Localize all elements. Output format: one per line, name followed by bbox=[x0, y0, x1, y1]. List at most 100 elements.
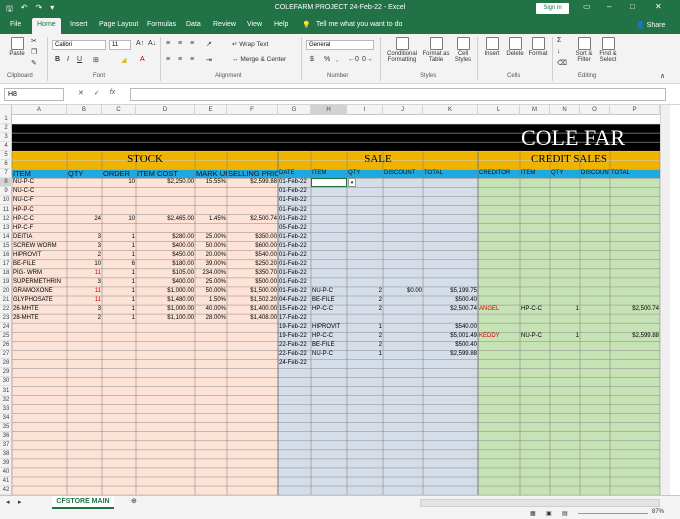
sale-cell[interactable]: 01-Feb-22 bbox=[278, 215, 311, 224]
stock-cell[interactable] bbox=[136, 224, 195, 233]
stock-cell[interactable]: 26-MHTE bbox=[12, 305, 67, 314]
sale-cell[interactable] bbox=[423, 178, 478, 187]
sale-cell[interactable] bbox=[423, 269, 478, 278]
sale-cell[interactable] bbox=[383, 224, 423, 233]
sale-cell[interactable] bbox=[347, 242, 383, 251]
stock-cell[interactable]: 1 bbox=[102, 242, 136, 251]
sheet-tab-cfstore-main[interactable]: CFSTORE MAIN bbox=[52, 496, 114, 509]
sale-cell[interactable]: HP-C-C bbox=[311, 305, 347, 314]
sale-cell[interactable]: 17-Feb-22 bbox=[278, 314, 311, 323]
sale-cell[interactable]: 2 bbox=[347, 305, 383, 314]
sale-cell[interactable]: HP-C-C bbox=[311, 332, 347, 341]
sale-cell[interactable] bbox=[423, 224, 478, 233]
sale-cell[interactable] bbox=[347, 269, 383, 278]
stock-cell[interactable]: $400.00 bbox=[136, 242, 195, 251]
stock-cell[interactable] bbox=[136, 187, 195, 196]
sale-cell[interactable] bbox=[423, 187, 478, 196]
tab-home[interactable]: Home bbox=[32, 18, 61, 34]
sale-cell[interactable] bbox=[383, 323, 423, 332]
stock-cell[interactable]: 24 bbox=[67, 215, 102, 224]
column-header-B[interactable]: B bbox=[67, 105, 102, 115]
stock-cell[interactable]: 3 bbox=[67, 278, 102, 287]
align-right-icon[interactable]: ≡ bbox=[190, 56, 194, 63]
sale-cell[interactable]: 1 bbox=[347, 350, 383, 359]
stock-cell[interactable]: 11 bbox=[67, 296, 102, 305]
stock-cell[interactable]: 40.00% bbox=[195, 305, 227, 314]
column-header-F[interactable]: F bbox=[227, 105, 278, 115]
sale-cell[interactable]: 2 bbox=[347, 287, 383, 296]
row-header-28[interactable]: 28 bbox=[0, 359, 12, 369]
stock-cell[interactable]: $350.70 bbox=[227, 269, 278, 278]
stock-cell[interactable]: HP-C-C bbox=[12, 215, 67, 224]
decrease-font-icon[interactable]: A↓ bbox=[148, 40, 156, 47]
stock-cell[interactable]: 3 bbox=[67, 242, 102, 251]
sale-cell[interactable] bbox=[383, 305, 423, 314]
sale-cell[interactable] bbox=[347, 233, 383, 242]
sale-cell[interactable] bbox=[347, 187, 383, 196]
tab-view[interactable]: View bbox=[247, 21, 262, 28]
stock-header-3[interactable]: ITEM COST bbox=[136, 169, 195, 178]
stock-cell[interactable]: 1 bbox=[102, 269, 136, 278]
stock-cell[interactable]: 11 bbox=[67, 287, 102, 296]
stock-cell[interactable] bbox=[102, 206, 136, 215]
sale-cell[interactable]: 01-Feb-22 bbox=[278, 242, 311, 251]
percent-icon[interactable]: % bbox=[324, 56, 330, 63]
column-header-E[interactable]: E bbox=[195, 105, 227, 115]
stock-cell[interactable]: HP-P-C bbox=[12, 206, 67, 215]
stock-cell[interactable]: 20.00% bbox=[195, 251, 227, 260]
row-header-34[interactable]: 34 bbox=[0, 414, 12, 423]
row-header-35[interactable]: 35 bbox=[0, 423, 12, 432]
orientation-icon[interactable]: ↗ bbox=[206, 40, 212, 48]
sale-cell[interactable] bbox=[311, 359, 347, 368]
row-header-14[interactable]: 14 bbox=[0, 233, 12, 242]
merge-center-button[interactable]: ↔ Merge & Center bbox=[232, 56, 286, 63]
sale-header-3[interactable]: DISCOUNT bbox=[383, 169, 423, 178]
sale-cell[interactable]: 01-Feb-22 bbox=[278, 196, 311, 205]
sale-cell[interactable]: 2 bbox=[347, 296, 383, 305]
sale-cell[interactable]: $5,001.49 bbox=[423, 332, 478, 341]
sale-header-2[interactable]: QTY bbox=[347, 169, 383, 178]
stock-cell[interactable]: $2,599.88 bbox=[227, 178, 278, 187]
tell-me-search[interactable]: Tell me what you want to do bbox=[316, 21, 402, 28]
sale-cell[interactable]: $540.00 bbox=[423, 323, 478, 332]
sale-cell[interactable] bbox=[383, 332, 423, 341]
sale-cell[interactable] bbox=[347, 314, 383, 323]
sale-cell[interactable] bbox=[423, 260, 478, 269]
row-header-23[interactable]: 23 bbox=[0, 314, 12, 324]
row-header-10[interactable]: 10 bbox=[0, 196, 12, 206]
sale-cell[interactable] bbox=[311, 251, 347, 260]
tab-file[interactable]: File bbox=[10, 21, 21, 28]
column-header-J[interactable]: J bbox=[383, 105, 423, 115]
active-cell-h8[interactable] bbox=[311, 178, 347, 188]
copy-icon[interactable]: ❐ bbox=[31, 48, 37, 56]
row-header-30[interactable]: 30 bbox=[0, 377, 12, 387]
tab-data[interactable]: Data bbox=[186, 21, 201, 28]
stock-cell[interactable]: $2,465.00 bbox=[136, 215, 195, 224]
credit-cell[interactable]: NU-P-C bbox=[520, 332, 550, 341]
minimize-icon[interactable]: – bbox=[607, 2, 611, 11]
sale-cell[interactable]: 01-Feb-22 bbox=[278, 206, 311, 215]
stock-cell[interactable]: 28.00% bbox=[195, 314, 227, 323]
page-break-view-icon[interactable]: ▤ bbox=[562, 510, 568, 517]
credit-cell[interactable]: $2,500.74 bbox=[610, 305, 660, 314]
column-header-N[interactable]: N bbox=[550, 105, 580, 115]
stock-cell[interactable]: $180.00 bbox=[136, 260, 195, 269]
bold-icon[interactable]: B bbox=[55, 56, 60, 63]
sale-cell[interactable] bbox=[311, 314, 347, 323]
font-size-combo[interactable]: 11 bbox=[109, 40, 131, 50]
vertical-scrollbar[interactable] bbox=[660, 105, 670, 495]
stock-cell[interactable]: 1 bbox=[102, 296, 136, 305]
stock-cell[interactable]: $450.00 bbox=[136, 251, 195, 260]
row-header-6[interactable]: 6 bbox=[0, 160, 12, 170]
row-header-4[interactable]: 4 bbox=[0, 142, 12, 152]
column-header-C[interactable]: C bbox=[102, 105, 136, 115]
stock-header-0[interactable]: ITEM bbox=[12, 169, 67, 178]
stock-cell[interactable]: 10 bbox=[102, 215, 136, 224]
sale-cell[interactable]: $500.40 bbox=[423, 296, 478, 305]
sale-cell[interactable]: BE-FILE bbox=[311, 341, 347, 350]
sale-cell[interactable] bbox=[423, 206, 478, 215]
stock-cell[interactable] bbox=[67, 187, 102, 196]
collapse-ribbon-icon[interactable]: ∧ bbox=[660, 72, 665, 80]
sale-cell[interactable]: BE-FILE bbox=[311, 296, 347, 305]
bottom-align-icon[interactable]: ≡ bbox=[190, 40, 194, 47]
